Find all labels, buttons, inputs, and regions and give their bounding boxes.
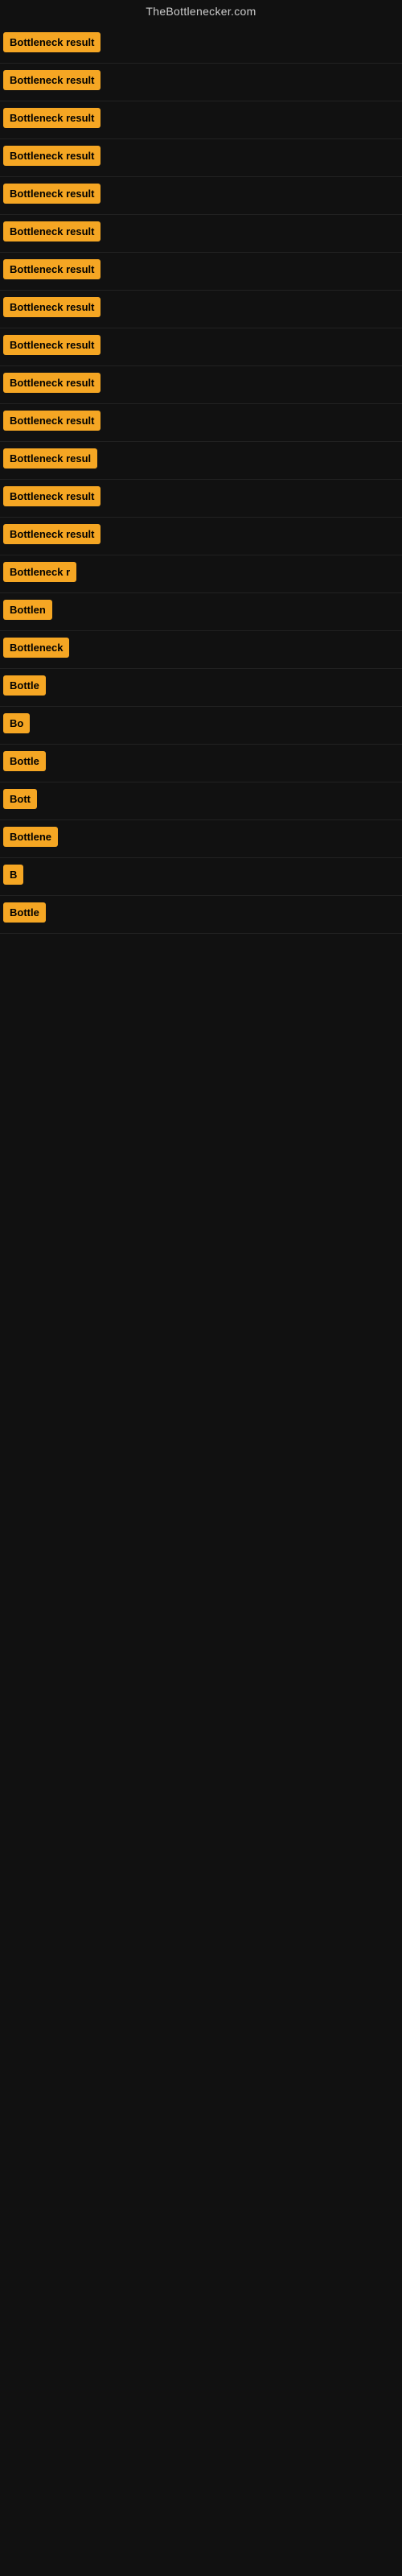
result-row: Bottleneck result xyxy=(0,139,402,177)
bottleneck-badge[interactable]: Bottleneck result xyxy=(3,411,100,431)
result-row: Bottleneck result xyxy=(0,177,402,215)
result-row: B xyxy=(0,858,402,896)
result-row: Bottle xyxy=(0,745,402,782)
result-row: Bo xyxy=(0,707,402,745)
result-row: Bottlene xyxy=(0,820,402,858)
result-row: Bottleneck result xyxy=(0,366,402,404)
bottleneck-badge[interactable]: Bo xyxy=(3,713,30,733)
bottleneck-badge[interactable]: Bottle xyxy=(3,751,46,771)
result-row: Bottleneck r xyxy=(0,555,402,593)
bottleneck-badge[interactable]: Bottleneck r xyxy=(3,562,76,582)
result-row: Bottleneck result xyxy=(0,26,402,64)
bottleneck-badge[interactable]: Bottleneck xyxy=(3,638,69,658)
bottleneck-badge[interactable]: Bottleneck result xyxy=(3,524,100,544)
result-row: Bottle xyxy=(0,896,402,934)
bottleneck-badge[interactable]: Bottleneck result xyxy=(3,184,100,204)
result-row: Bottleneck result xyxy=(0,404,402,442)
result-row: Bottleneck result xyxy=(0,328,402,366)
bottleneck-badge[interactable]: Bottle xyxy=(3,675,46,696)
bottleneck-badge[interactable]: Bottleneck result xyxy=(3,70,100,90)
result-row: Bottleneck result xyxy=(0,291,402,328)
bottleneck-badge[interactable]: Bottleneck result xyxy=(3,221,100,242)
bottleneck-badge[interactable]: Bottleneck result xyxy=(3,486,100,506)
bottleneck-badge[interactable]: Bottleneck result xyxy=(3,373,100,393)
bottleneck-badge[interactable]: Bott xyxy=(3,789,37,809)
results-list: Bottleneck result Bottleneck result Bottle… xyxy=(0,26,402,934)
bottleneck-badge[interactable]: Bottleneck result xyxy=(3,108,100,128)
bottleneck-badge[interactable]: Bottleneck result xyxy=(3,335,100,355)
result-row: Bottleneck xyxy=(0,631,402,669)
bottleneck-badge[interactable]: Bottleneck result xyxy=(3,297,100,317)
result-row: Bottlen xyxy=(0,593,402,631)
result-row: Bottleneck resul xyxy=(0,442,402,480)
result-row: Bottleneck result xyxy=(0,64,402,101)
result-row: Bottleneck result xyxy=(0,101,402,139)
bottleneck-badge[interactable]: Bottleneck resul xyxy=(3,448,97,469)
bottleneck-badge[interactable]: Bottle xyxy=(3,902,46,923)
result-row: Bottleneck result xyxy=(0,518,402,555)
bottleneck-badge[interactable]: Bottleneck result xyxy=(3,146,100,166)
result-row: Bottleneck result xyxy=(0,215,402,253)
bottleneck-badge[interactable]: Bottlene xyxy=(3,827,58,847)
result-row: Bott xyxy=(0,782,402,820)
site-title: TheBottlenecker.com xyxy=(0,0,402,26)
bottleneck-badge[interactable]: Bottleneck result xyxy=(3,32,100,52)
bottleneck-badge[interactable]: B xyxy=(3,865,23,885)
result-row: Bottleneck result xyxy=(0,253,402,291)
result-row: Bottleneck result xyxy=(0,480,402,518)
bottleneck-badge[interactable]: Bottlen xyxy=(3,600,52,620)
result-row: Bottle xyxy=(0,669,402,707)
bottleneck-badge[interactable]: Bottleneck result xyxy=(3,259,100,279)
